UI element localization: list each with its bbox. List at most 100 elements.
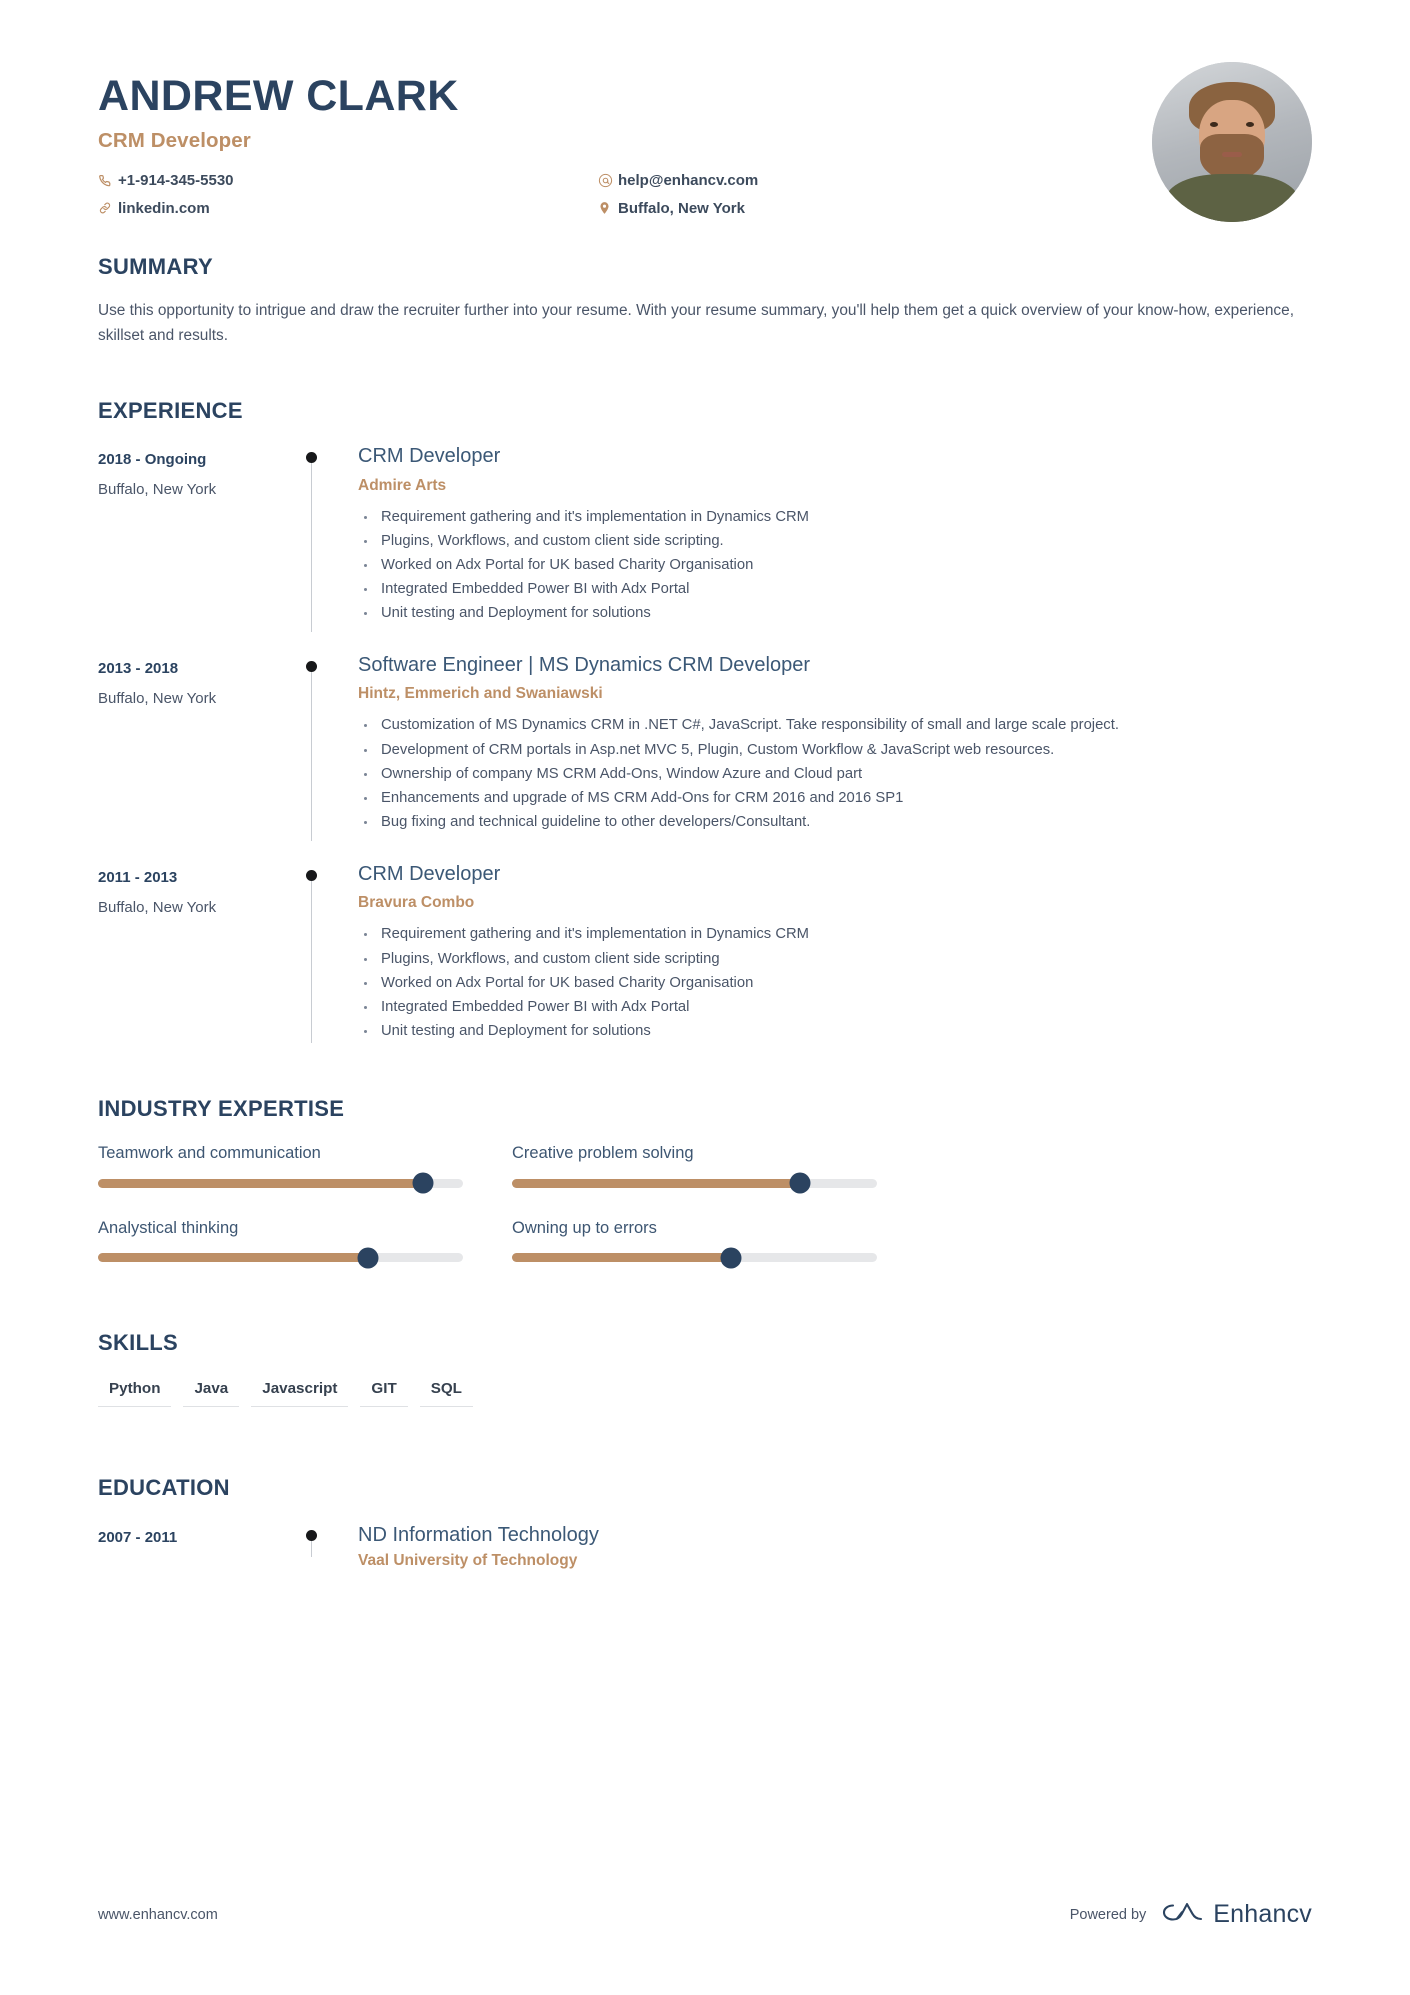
experience-details: CRM Developer Admire Arts Requirement ga… — [358, 445, 1312, 626]
resume-content: ANDREW CLARK CRM Developer +1-914-345-55… — [98, 0, 1312, 1995]
expertise-slider[interactable] — [512, 1247, 877, 1269]
powered-by-label: Powered by — [1069, 1906, 1147, 1923]
skills-section: SKILLS Python Java Javascript GIT SQL — [98, 1330, 1312, 1408]
experience-bullet: Requirement gathering and it's implement… — [358, 923, 1308, 946]
experience-location: Buffalo, New York — [98, 689, 217, 707]
experience-heading: EXPERIENCE — [98, 397, 243, 423]
experience-details: Software Engineer | MS Dynamics CRM Deve… — [358, 654, 1312, 835]
education-section: EDUCATION 2007 - 2011 ND Information Tec… — [98, 1475, 1312, 1570]
contact-email[interactable]: help@enhancv.com — [598, 166, 758, 194]
timeline-rail — [286, 863, 358, 1044]
industry-expertise-section: INDUSTRY EXPERTISE Teamwork and communic… — [98, 1096, 1312, 1294]
experience-meta: 2011 - 2013 Buffalo, New York — [98, 863, 286, 1044]
experience-bullet: Integrated Embedded Power BI with Adx Po… — [358, 578, 1308, 601]
experience-company: Bravura Combo — [358, 894, 475, 912]
avatar-eye-left — [1210, 122, 1218, 127]
slider-handle[interactable] — [412, 1172, 434, 1194]
timeline-dot — [306, 869, 317, 881]
education-school: Vaal University of Technology — [358, 1552, 578, 1570]
expertise-label: Teamwork and communication — [98, 1143, 321, 1162]
contact-phone[interactable]: +1-914-345-5530 — [98, 166, 234, 194]
education-date: 2007 - 2011 — [98, 1529, 178, 1547]
education-meta: 2007 - 2011 — [98, 1523, 286, 1570]
experience-item: 2018 - Ongoing Buffalo, New York CRM Dev… — [98, 445, 1312, 632]
timeline-line — [311, 665, 312, 841]
expertise-label: Owning up to errors — [512, 1218, 657, 1237]
experience-job-title: CRM Developer — [358, 862, 501, 885]
enhancv-brand-name: Enhancv — [1213, 1900, 1312, 1928]
candidate-name: ANDREW CLARK — [98, 72, 459, 120]
contact-phone-text: +1-914-345-5530 — [118, 171, 234, 189]
contact-email-text: help@enhancv.com — [618, 171, 759, 189]
experience-bullet: Enhancements and upgrade of MS CRM Add-O… — [358, 787, 1308, 810]
experience-bullet: Integrated Embedded Power BI with Adx Po… — [358, 996, 1308, 1019]
education-degree: ND Information Technology — [358, 1524, 599, 1547]
expertise-slider[interactable] — [512, 1172, 877, 1194]
contact-location-text: Buffalo, New York — [618, 199, 745, 217]
education-item: 2007 - 2011 ND Information Technology Va… — [98, 1523, 1312, 1570]
slider-handle[interactable] — [357, 1247, 379, 1269]
expertise-slider-grid: Teamwork and communication Creative prob… — [98, 1144, 1312, 1294]
resume-header: ANDREW CLARK CRM Developer +1-914-345-55… — [98, 0, 1312, 222]
enhancv-logo-icon — [1160, 1898, 1204, 1931]
summary-heading: SUMMARY — [98, 254, 213, 279]
education-details: ND Information Technology Vaal Universit… — [358, 1523, 1312, 1570]
experience-date: 2018 - Ongoing — [98, 450, 207, 468]
avatar-mouth — [1222, 152, 1242, 157]
timeline-rail — [286, 654, 358, 841]
skills-heading: SKILLS — [98, 1330, 179, 1356]
experience-bullets: Customization of MS Dynamics CRM in .NET… — [358, 714, 1308, 833]
enhancv-brand: Enhancv — [1160, 1898, 1312, 1931]
link-icon — [98, 200, 118, 217]
expertise-item: Teamwork and communication — [98, 1143, 512, 1194]
contact-column-left: +1-914-345-5530 linkedin.com — [98, 166, 234, 222]
experience-bullet: Customization of MS Dynamics CRM in .NET… — [358, 714, 1308, 737]
experience-location: Buffalo, New York — [98, 898, 217, 916]
contact-linkedin-text: linkedin.com — [118, 199, 210, 217]
footer-url[interactable]: www.enhancv.com — [98, 1907, 218, 1923]
timeline-dot — [306, 451, 317, 463]
expertise-slider[interactable] — [98, 1172, 463, 1194]
experience-bullet: Worked on Adx Portal for UK based Charit… — [358, 972, 1308, 995]
footer-branding: Powered by Enhancv — [1070, 1898, 1312, 1931]
slider-handle[interactable] — [789, 1172, 811, 1194]
skill-tag: GIT — [360, 1380, 408, 1408]
slider-fill — [512, 1178, 801, 1188]
map-pin-icon — [598, 200, 618, 217]
avatar-shirt — [1166, 174, 1298, 222]
slider-fill — [98, 1178, 423, 1188]
resume-page: ANDREW CLARK CRM Developer +1-914-345-55… — [0, 0, 1410, 1995]
timeline-dot — [306, 1530, 317, 1542]
at-sign-icon — [598, 172, 618, 189]
slider-fill — [98, 1253, 369, 1263]
experience-section: EXPERIENCE 2018 - Ongoing Buffalo, New Y… — [98, 398, 1312, 1044]
experience-bullets: Requirement gathering and it's implement… — [358, 506, 1308, 625]
skill-tag: Javascript — [251, 1380, 349, 1408]
experience-bullet: Worked on Adx Portal for UK based Charit… — [358, 554, 1308, 577]
education-heading: EDUCATION — [98, 1475, 230, 1501]
experience-date: 2013 - 2018 — [98, 659, 179, 677]
contact-location: Buffalo, New York — [598, 194, 758, 222]
slider-handle[interactable] — [720, 1247, 742, 1269]
expertise-item: Owning up to errors — [512, 1218, 926, 1269]
experience-meta: 2013 - 2018 Buffalo, New York — [98, 654, 286, 835]
experience-bullet: Ownership of company MS CRM Add-Ons, Win… — [358, 763, 1308, 786]
summary-text: Use this opportunity to intrigue and dra… — [98, 302, 1294, 344]
experience-meta: 2018 - Ongoing Buffalo, New York — [98, 445, 286, 626]
contact-linkedin[interactable]: linkedin.com — [98, 194, 234, 222]
avatar — [1152, 62, 1312, 222]
skills-list: Python Java Javascript GIT SQL — [98, 1380, 1312, 1408]
timeline-rail — [286, 445, 358, 632]
experience-timeline: 2018 - Ongoing Buffalo, New York CRM Dev… — [98, 445, 1312, 1044]
avatar-eye-right — [1246, 122, 1254, 127]
experience-item: 2011 - 2013 Buffalo, New York CRM Develo… — [98, 863, 1312, 1044]
phone-icon — [98, 172, 118, 189]
expertise-slider[interactable] — [98, 1247, 463, 1269]
experience-bullet: Requirement gathering and it's implement… — [358, 506, 1308, 529]
experience-bullet: Development of CRM portals in Asp.net MV… — [358, 739, 1308, 762]
timeline-line — [311, 874, 312, 1043]
timeline-rail — [286, 1523, 358, 1570]
timeline-line — [311, 456, 312, 632]
